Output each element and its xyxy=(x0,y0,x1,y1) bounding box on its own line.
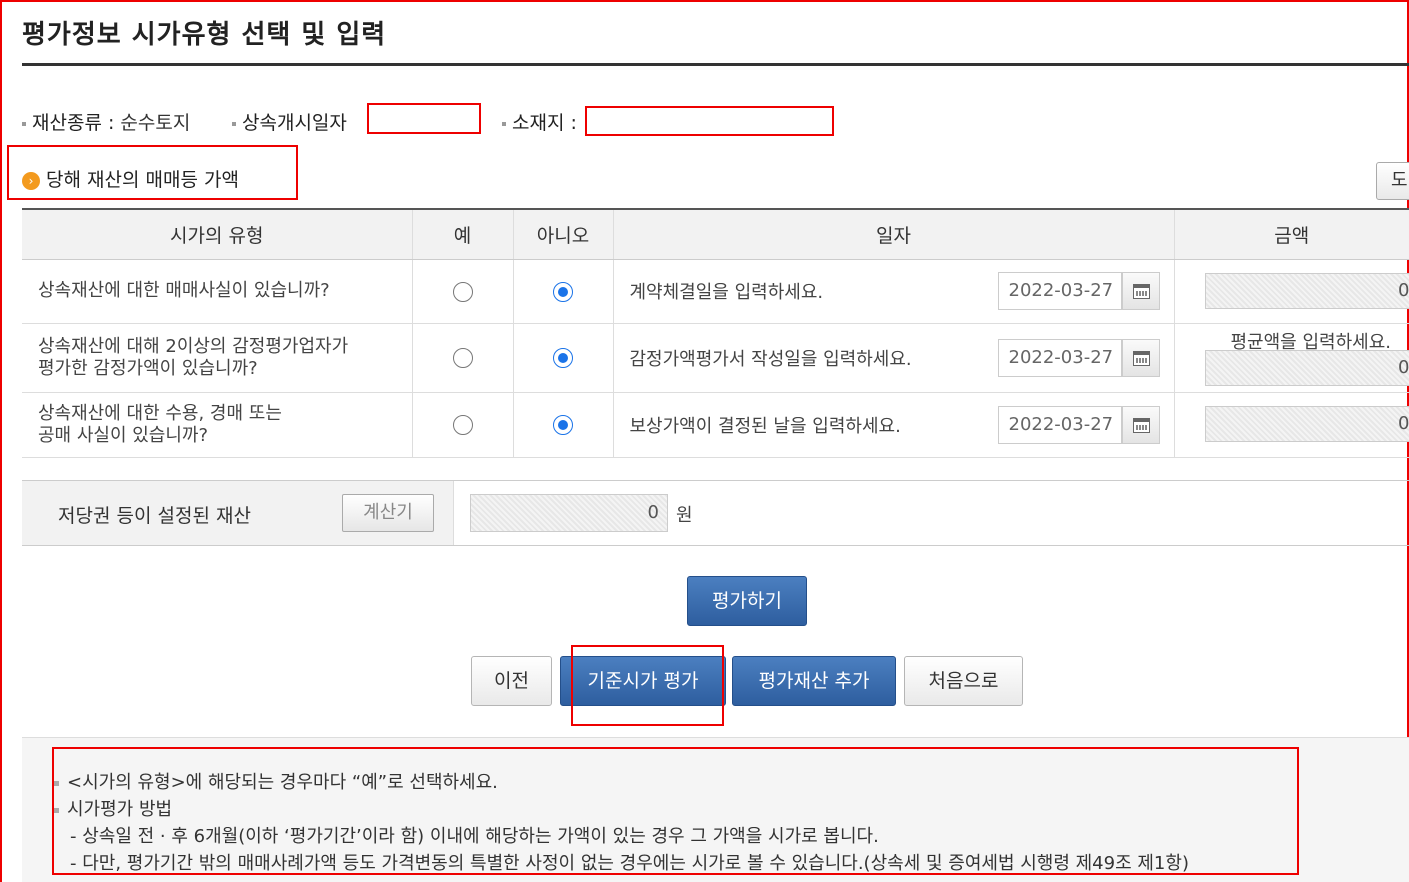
radio-yes[interactable] xyxy=(452,348,473,368)
amount-cell: 0 xyxy=(1174,259,1409,324)
date-description: 감정가액평가서 작성일을 입력하세요. xyxy=(629,348,912,370)
radio-yes[interactable] xyxy=(452,281,473,302)
yes-cell xyxy=(412,323,514,393)
header-date: 일자 xyxy=(613,208,1175,260)
amount-cell: 0 xyxy=(1174,392,1409,458)
amount-cell: 평균액을 입력하세요. 0 xyxy=(1174,323,1409,393)
header-amount: 금액 xyxy=(1174,208,1409,260)
calculator-button[interactable]: 계산기 xyxy=(342,494,434,532)
no-cell xyxy=(513,392,614,458)
table-row: 상속재산에 대한 수용, 경매 또는 공매 사실이 있습니까? 보상가액이 결정… xyxy=(22,392,1409,458)
date-input[interactable]: 2022-03-27 xyxy=(997,405,1122,444)
calendar-icon xyxy=(1132,284,1150,299)
question-text-2: 공매 사실이 있습니까? xyxy=(38,424,209,446)
question-text: 상속재산에 대해 2이상의 감정평가업자가 xyxy=(38,335,349,357)
bullet-icon xyxy=(232,121,236,126)
question-cell: 상속재산에 대한 매매사실이 있습니까? xyxy=(22,259,413,324)
no-cell xyxy=(513,259,614,324)
property-type-item: 재산종류 : 순수토지 xyxy=(22,108,190,135)
mortgage-label: 저당권 등이 설정된 재산 xyxy=(58,505,251,527)
inheritance-date-label: 상속개시일자 xyxy=(242,112,347,134)
amount-input[interactable]: 0 xyxy=(1204,272,1409,309)
calendar-icon xyxy=(1132,350,1150,366)
add-property-button[interactable]: 평가재산 추가 xyxy=(732,656,896,706)
no-cell xyxy=(513,323,614,393)
date-description: 보상가액이 결정된 날을 입력하세요. xyxy=(629,415,901,437)
inheritance-date-item: 상속개시일자 xyxy=(232,108,347,135)
yes-cell xyxy=(412,259,514,324)
location-label: 소재지 : xyxy=(512,112,577,134)
amount-input[interactable]: 0 xyxy=(1204,405,1409,442)
header-yes: 예 xyxy=(412,208,514,260)
calendar-icon xyxy=(1132,417,1150,433)
calendar-button[interactable] xyxy=(1121,272,1160,310)
market-value-table: 시가의 유형 예 아니오 일자 금액 상속재산에 대한 매매사실이 있습니까? … xyxy=(22,208,1409,458)
location-item: 소재지 : xyxy=(502,108,577,135)
calendar-button[interactable] xyxy=(1121,338,1160,377)
highlight-frame-left xyxy=(0,0,2,882)
section-highlight xyxy=(7,145,298,200)
table-row: 상속재산에 대한 매매사실이 있습니까? 계약체결일을 입력하세요. 2022-… xyxy=(22,259,1409,324)
evaluate-button[interactable]: 평가하기 xyxy=(687,576,807,626)
prev-button[interactable]: 이전 xyxy=(471,656,552,706)
calendar-button[interactable] xyxy=(1121,405,1160,444)
property-type-label: 재산종류 : xyxy=(32,112,115,134)
question-cell: 상속재산에 대한 수용, 경매 또는 공매 사실이 있습니까? xyxy=(22,392,413,458)
property-type-value: 순수토지 xyxy=(120,112,191,134)
date-cell: 감정가액평가서 작성일을 입력하세요. 2022-03-27 xyxy=(613,323,1175,393)
date-cell: 계약체결일을 입력하세요. 2022-03-27 xyxy=(613,259,1175,324)
yes-cell xyxy=(412,392,514,458)
mortgage-label-cell: 저당권 등이 설정된 재산 계산기 xyxy=(22,481,454,545)
radio-yes[interactable] xyxy=(452,415,473,435)
mortgage-amount-input[interactable]: 0 xyxy=(470,494,668,532)
radio-no[interactable] xyxy=(553,348,573,368)
header-no: 아니오 xyxy=(513,208,614,260)
table-row: 상속재산에 대해 2이상의 감정평가업자가 평가한 감정가액이 있습니까? 감정… xyxy=(22,323,1409,393)
question-text: 상속재산에 대한 수용, 경매 또는 xyxy=(38,402,282,424)
radio-no[interactable] xyxy=(553,415,573,435)
page-title: 평가정보 시가유형 선택 및 입력 xyxy=(22,20,387,50)
amount-input[interactable]: 0 xyxy=(1204,349,1409,386)
date-input[interactable]: 2022-03-27 xyxy=(997,338,1122,377)
question-cell: 상속재산에 대해 2이상의 감정평가업자가 평가한 감정가액이 있습니까? xyxy=(22,323,413,393)
bullet-icon xyxy=(502,121,506,126)
mortgage-row: 저당권 등이 설정된 재산 계산기 0 원 xyxy=(22,480,1409,546)
radio-no[interactable] xyxy=(553,281,573,302)
bullet-icon xyxy=(22,121,26,126)
date-description: 계약체결일을 입력하세요. xyxy=(629,282,824,303)
title-divider xyxy=(22,63,1409,66)
question-text: 상속재산에 대한 매매사실이 있습니까? xyxy=(38,280,330,301)
notes-highlight xyxy=(52,747,1299,875)
inheritance-date-highlight xyxy=(367,103,481,134)
highlight-frame-top xyxy=(0,0,1409,2)
home-button[interactable]: 처음으로 xyxy=(904,656,1023,706)
currency-unit: 원 xyxy=(676,505,693,526)
help-button[interactable]: 도 xyxy=(1376,162,1409,200)
location-highlight xyxy=(585,106,834,136)
header-value-type: 시가의 유형 xyxy=(22,208,413,260)
date-cell: 보상가액이 결정된 날을 입력하세요. 2022-03-27 xyxy=(613,392,1175,458)
date-input[interactable]: 2022-03-27 xyxy=(997,272,1122,310)
standard-eval-highlight xyxy=(571,645,724,726)
question-text-2: 평가한 감정가액이 있습니까? xyxy=(38,357,258,379)
